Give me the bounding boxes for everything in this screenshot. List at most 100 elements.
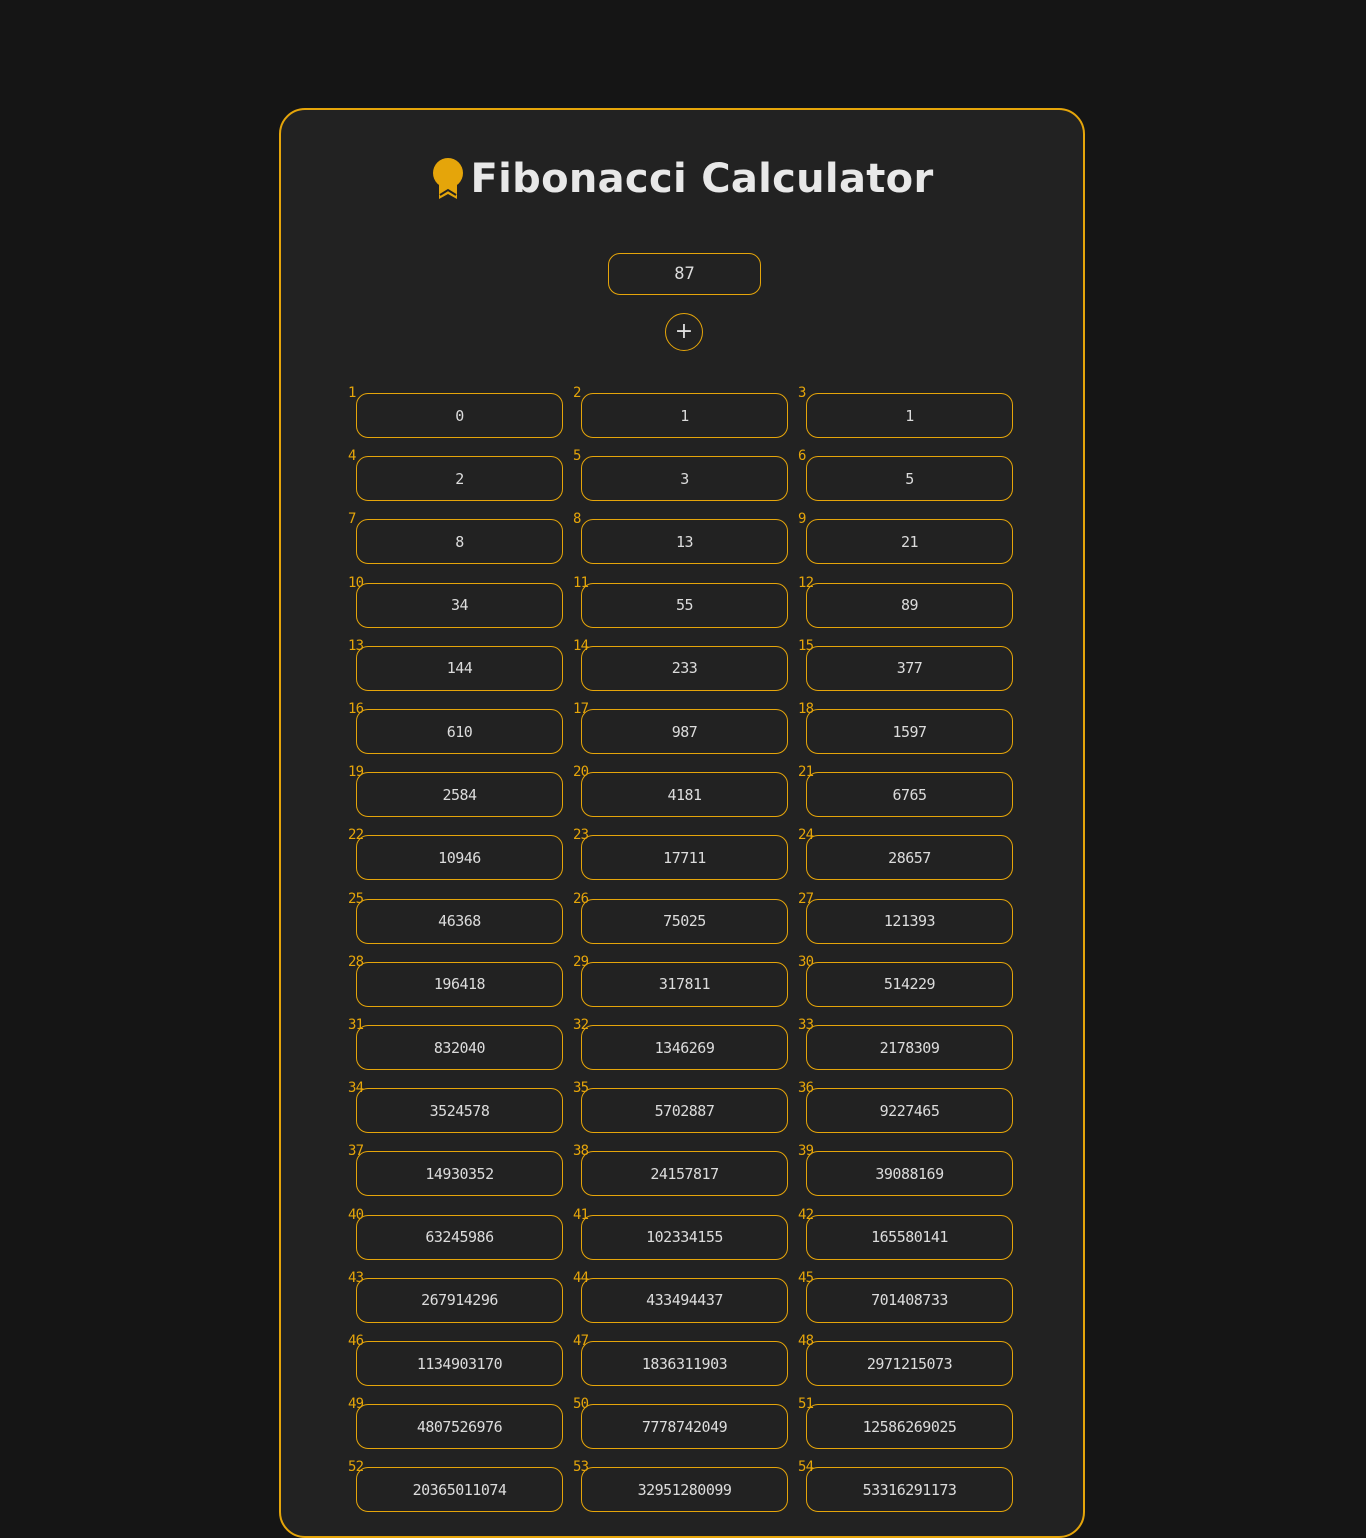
result-cell: 832040 31: [348, 1017, 563, 1070]
result-index: 18: [798, 701, 814, 717]
result-index: 11: [573, 574, 589, 591]
result-cell: 701408733 45: [798, 1269, 1013, 1323]
result-value: 1836311903: [581, 1341, 788, 1386]
result-value: 5702887: [581, 1088, 788, 1134]
calculator-panel: Fibonacci Calculator + 01121324355687138…: [279, 108, 1085, 1538]
result-value: 7778742049: [581, 1404, 788, 1450]
result-index: 45: [798, 1269, 814, 1286]
result-cell: 610 16: [348, 701, 563, 754]
result-index: 41: [573, 1206, 589, 1223]
result-cell: 75025 26: [573, 890, 788, 944]
result-index: 16: [348, 701, 364, 717]
result-cell: 63245986 40: [348, 1206, 563, 1260]
result-value: 34: [356, 582, 563, 628]
result-index: 29: [573, 953, 589, 970]
result-cell: 9227465 36: [798, 1080, 1013, 1134]
result-index: 26: [573, 890, 589, 907]
result-index: 54: [798, 1459, 814, 1476]
result-value: 39088169: [806, 1151, 1013, 1197]
result-cell: 12586269025 51: [798, 1396, 1013, 1450]
result-value: 4181: [581, 772, 788, 818]
result-value: 6765: [806, 772, 1013, 818]
result-value: 24157817: [581, 1151, 788, 1197]
result-index: 49: [348, 1396, 364, 1413]
result-cell: 7778742049 50: [573, 1396, 788, 1450]
result-cell: 39088169 39: [798, 1143, 1013, 1197]
result-index: 31: [348, 1017, 364, 1033]
result-cell: 55 11: [573, 574, 788, 628]
result-index: 7: [348, 511, 356, 528]
result-cell: 24: [348, 448, 563, 502]
result-index: 39: [798, 1143, 814, 1160]
header: Fibonacci Calculator: [281, 154, 1083, 204]
result-value: 832040: [356, 1025, 563, 1070]
result-index: 38: [573, 1143, 589, 1160]
result-value: 377: [806, 645, 1013, 691]
result-index: 36: [798, 1080, 814, 1097]
result-value: 9227465: [806, 1088, 1013, 1134]
result-index: 44: [573, 1269, 589, 1286]
result-index: 24: [798, 827, 814, 844]
result-cell: 2178309 33: [798, 1017, 1013, 1070]
result-cell: 21 9: [798, 511, 1013, 565]
result-cell: 24157817 38: [573, 1143, 788, 1197]
result-value: 433494437: [581, 1277, 788, 1323]
result-index: 21: [798, 764, 814, 781]
result-value: 21: [806, 519, 1013, 565]
result-value: 0: [356, 393, 563, 438]
result-value: 13: [581, 519, 788, 565]
result-cell: 233 14: [573, 637, 788, 691]
result-index: 23: [573, 827, 589, 844]
result-value: 2: [356, 456, 563, 502]
result-value: 2971215073: [806, 1341, 1013, 1386]
result-value: 14930352: [356, 1151, 563, 1197]
result-index: 42: [798, 1206, 814, 1223]
count-input[interactable]: [608, 253, 761, 295]
result-index: 17: [573, 701, 589, 717]
result-index: 30: [798, 953, 814, 970]
result-cell: 89 12: [798, 575, 1013, 628]
result-cell: 6765 21: [798, 764, 1013, 818]
result-index: 3: [798, 385, 806, 401]
result-cell: 4807526976 49: [348, 1396, 563, 1450]
result-cell: 01: [348, 385, 563, 438]
result-cell: 46368 25: [348, 891, 563, 944]
result-cell: 317811 29: [573, 953, 788, 1007]
result-cell: 32951280099 53: [573, 1459, 788, 1513]
result-value: 4807526976: [356, 1404, 563, 1450]
result-cell: 102334155 41: [573, 1206, 788, 1260]
result-value: 17711: [581, 835, 788, 881]
result-cell: 35: [573, 448, 788, 502]
result-cell: 13: [798, 385, 1013, 438]
result-index: 27: [798, 890, 814, 907]
result-value: 2584: [356, 772, 563, 818]
result-value: 10946: [356, 835, 563, 881]
result-index: 1: [348, 385, 356, 401]
result-value: 1: [806, 393, 1013, 438]
result-index: 8: [573, 511, 581, 528]
result-index: 50: [573, 1396, 589, 1413]
result-cell: 14930352 37: [348, 1143, 563, 1197]
result-value: 3524578: [356, 1088, 563, 1134]
result-index: 20: [573, 764, 589, 781]
add-button[interactable]: +: [665, 313, 703, 351]
result-cell: 4181 20: [573, 764, 788, 818]
result-value: 89: [806, 582, 1013, 628]
result-index: 40: [348, 1206, 364, 1223]
result-cell: 56: [798, 448, 1013, 502]
result-index: 14: [573, 637, 589, 654]
result-cell: 165580141 42: [798, 1206, 1013, 1260]
result-value: 514229: [806, 961, 1013, 1007]
result-index: 4: [348, 448, 356, 465]
result-value: 1134903170: [356, 1341, 563, 1386]
result-cell: 1346269 32: [573, 1017, 788, 1070]
result-index: 15: [798, 637, 814, 654]
result-value: 144: [356, 645, 563, 691]
result-cell: 121393 27: [798, 890, 1013, 944]
result-cell: 196418 28: [348, 953, 563, 1007]
result-value: 28657: [806, 835, 1013, 881]
result-cell: 20365011074 52: [348, 1459, 563, 1513]
result-index: 28: [348, 953, 364, 970]
result-cell: 1134903170 46: [348, 1333, 563, 1386]
result-cell: 12: [573, 385, 788, 438]
